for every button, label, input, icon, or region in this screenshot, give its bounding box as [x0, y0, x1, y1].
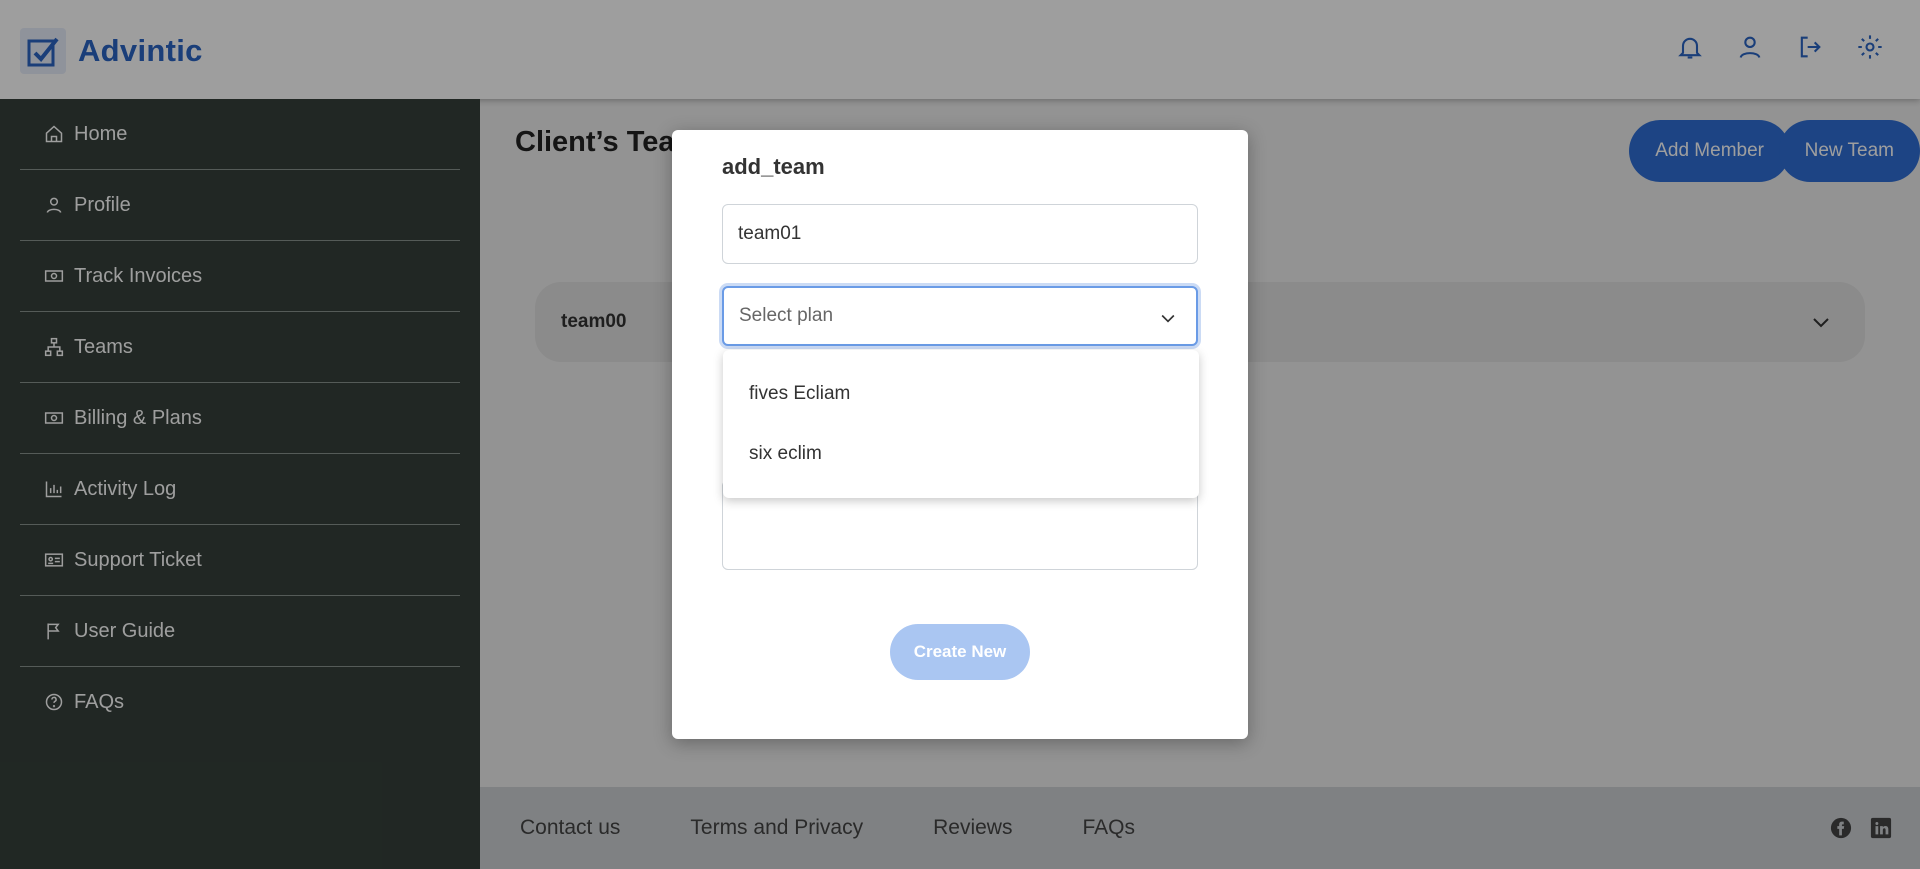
- add-team-modal: add_team team01 Select plan fives Ecliam…: [672, 130, 1248, 739]
- plan-select-value: Select plan: [739, 305, 834, 326]
- team-name-input[interactable]: team01: [722, 204, 1198, 264]
- create-new-button[interactable]: Create New: [890, 624, 1030, 680]
- plan-option[interactable]: fives Ecliam: [723, 364, 1199, 424]
- modal-title: add_team: [722, 154, 825, 179]
- chevron-down-icon: [1158, 308, 1178, 334]
- plan-select[interactable]: Select plan: [722, 286, 1198, 346]
- plan-option[interactable]: six eclim: [723, 424, 1199, 484]
- plan-dropdown: fives Ecliam six eclim: [723, 350, 1199, 498]
